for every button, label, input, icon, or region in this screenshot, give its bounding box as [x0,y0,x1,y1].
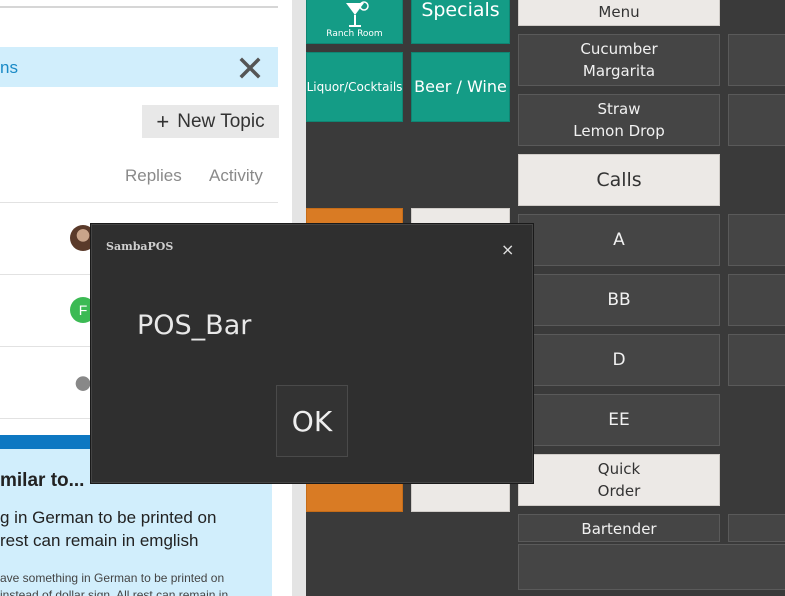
row-divider [0,202,278,203]
banner-text[interactable]: ns [0,58,18,78]
category-ranch-room[interactable]: Ranch Room [306,0,403,44]
ticket-area[interactable] [518,544,785,590]
similar-topic-excerpt: instead of dollar sign. All rest can rem… [0,588,229,596]
item-label: Calls [596,169,642,191]
header-divider [0,0,278,8]
dialog-title: SambaPOS [106,240,174,253]
replies-column-header[interactable]: Replies [125,166,182,186]
item-label: Quick [597,460,641,478]
menu-button[interactable]: Menu [518,0,720,26]
progress-strip [0,435,92,449]
item-label: EE [608,410,630,430]
item-label: Straw [597,100,641,118]
avatar-letter: F [78,302,88,318]
item-label: BB [607,290,631,310]
similar-topic-excerpt: ave something in German to be printed on [0,571,225,585]
category-beer-wine[interactable]: Beer / Wine [411,52,510,122]
menu-item-straw-lemon-drop[interactable]: Straw Lemon Drop [518,94,720,146]
menu-item-partial[interactable] [728,34,785,86]
menu-label: Menu [598,3,640,21]
menu-item-ee[interactable]: EE [518,394,720,446]
menu-item-quick-order[interactable]: Quick Order [518,454,720,506]
item-label: A [613,230,625,250]
similar-topic-text[interactable]: rest can remain in emglish [0,531,198,551]
category-label: Beer / Wine [414,77,507,96]
message-dialog: SambaPOS × POS_Bar OK [90,223,534,484]
item-label: Margarita [582,62,656,80]
item-label: D [612,350,626,370]
menu-item-calls[interactable]: Calls [518,154,720,206]
menu-item-partial[interactable] [728,274,785,326]
activity-column-header[interactable]: Activity [209,166,263,186]
dialog-message: POS_Bar [137,310,252,341]
close-icon[interactable]: × [501,240,514,259]
menu-item-d[interactable]: D [518,334,720,386]
cocktail-icon [345,1,369,27]
item-label: Order [597,482,641,500]
info-banner [0,47,278,87]
ok-button[interactable]: OK [276,385,348,457]
similar-topics-title: milar to... [0,470,85,491]
close-icon[interactable] [238,56,262,80]
category-liquor-cocktails[interactable]: Liquor/Cocktails [306,52,403,122]
category-label: Liquor/Cocktails [306,80,403,94]
menu-item-partial[interactable] [728,514,785,542]
menu-item-a[interactable]: A [518,214,720,266]
menu-item-partial[interactable] [728,334,785,386]
menu-item-cucumber-margarita[interactable]: Cucumber Margarita [518,34,720,86]
plus-icon: + [156,108,170,134]
menu-item-bb[interactable]: BB [518,274,720,326]
new-topic-button[interactable]: + New Topic [142,105,279,138]
item-label: Bartender [581,520,657,538]
item-label: Lemon Drop [573,122,665,140]
menu-item-partial[interactable] [728,94,785,146]
category-specials[interactable]: Specials [411,0,510,44]
new-topic-label: New Topic [177,110,265,132]
item-label: Cucumber [580,40,658,58]
menu-item-bartender[interactable]: Bartender [518,514,720,542]
menu-item-partial[interactable] [728,214,785,266]
similar-topic-text[interactable]: g in German to be printed on [0,508,216,528]
category-label: Ranch Room [326,29,383,39]
category-label: Specials [421,0,500,21]
